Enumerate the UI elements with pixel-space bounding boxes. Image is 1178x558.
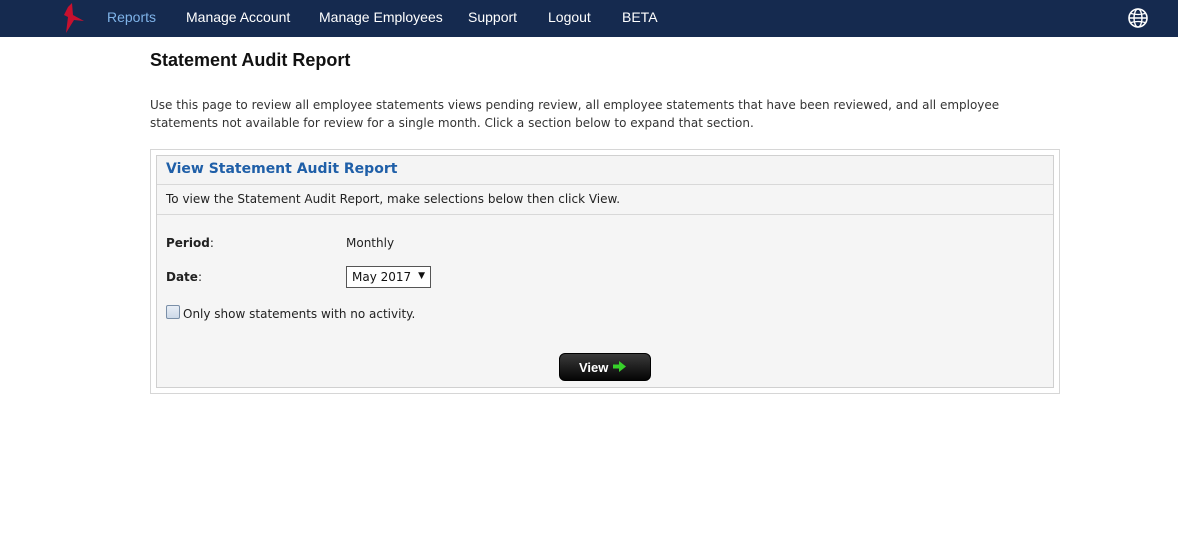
no-activity-checkbox[interactable] (166, 305, 180, 319)
panel-title[interactable]: View Statement Audit Report (166, 161, 397, 177)
no-activity-checkbox-label[interactable]: Only show statements with no activity. (183, 307, 415, 321)
date-select[interactable]: May 2017 ▼ (346, 266, 431, 288)
nav-item-logout[interactable]: Logout (548, 9, 591, 25)
panel-instructions-row: To view the Statement Audit Report, make… (157, 185, 1053, 215)
view-button-label: View (579, 360, 609, 375)
panel-header[interactable]: View Statement Audit Report (157, 156, 1053, 185)
nav-item-manage-account[interactable]: Manage Account (186, 9, 290, 25)
dropdown-arrow-icon: ▼ (418, 271, 425, 281)
period-value: Monthly (346, 236, 395, 250)
panel-instructions: To view the Statement Audit Report, make… (166, 192, 621, 206)
globe-icon[interactable] (1127, 7, 1149, 29)
report-panel-frame: View Statement Audit Report To view the … (150, 149, 1060, 394)
page-title: Statement Audit Report (150, 50, 351, 70)
nav-item-reports[interactable]: Reports (107, 9, 156, 25)
nav-item-beta[interactable]: BETA (622, 9, 658, 25)
date-select-value: May 2017 (352, 270, 412, 284)
date-label: Date: (166, 270, 202, 284)
brand-logo-icon[interactable] (62, 3, 84, 33)
report-panel: View Statement Audit Report To view the … (156, 155, 1054, 388)
nav-item-manage-employees[interactable]: Manage Employees (319, 9, 443, 25)
nav-item-support[interactable]: Support (468, 9, 517, 25)
arrow-right-icon (613, 361, 626, 372)
view-button[interactable]: View (559, 353, 651, 381)
period-label: Period: (166, 236, 214, 250)
page-intro-text: Use this page to review all employee sta… (150, 98, 1000, 130)
top-navigation-bar: Reports Manage Account Manage Employees … (0, 0, 1178, 37)
